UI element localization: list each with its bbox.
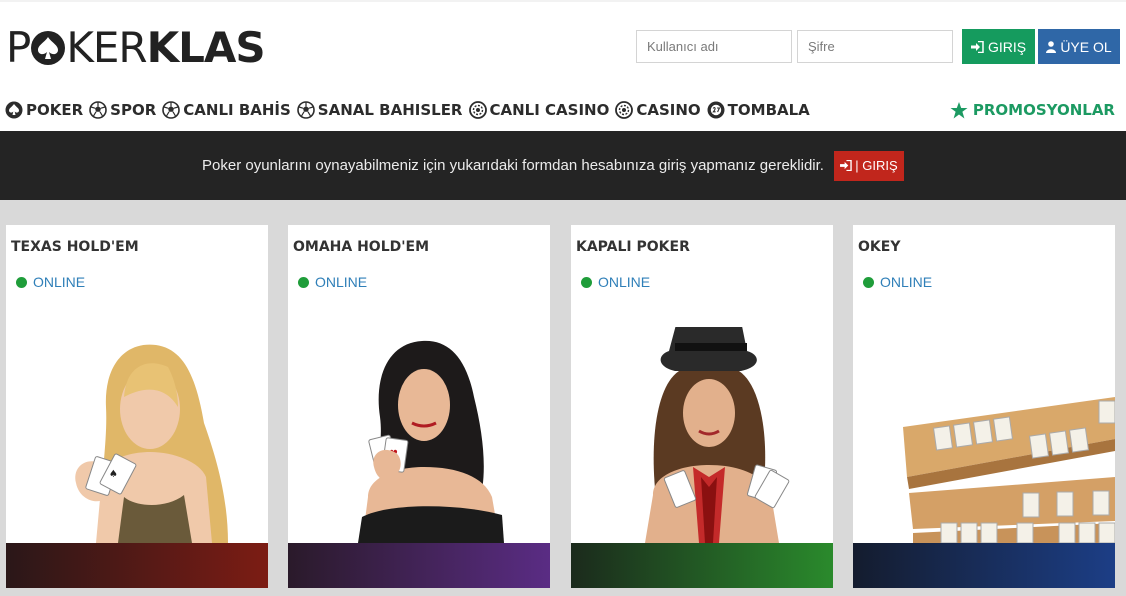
- nav-item-spor[interactable]: SPOR: [89, 101, 156, 119]
- sign-in-icon: [840, 160, 853, 171]
- nav-item-label: CASINO: [636, 101, 701, 119]
- omaha-holdem-image: ♥: [358, 340, 504, 543]
- online-dot-icon: [863, 276, 874, 288]
- okey-tiles-image: [903, 397, 1115, 543]
- nav-item-canli-bahis[interactable]: CANLI BAHİS: [162, 101, 291, 119]
- password-input[interactable]: [797, 30, 953, 63]
- games-grid: TEXAS HOLD'EM ONLINE ♠ OMAHA HOLD'EM ONL…: [0, 200, 1126, 596]
- login-required-notice: Poker oyunlarını oynayabilmeniz için yuk…: [0, 131, 1126, 200]
- game-card-kapali-poker[interactable]: KAPALI POKER ONLINE: [571, 225, 833, 588]
- pokerklas-logo[interactable]: P KER KLAS: [6, 23, 266, 72]
- kapali-poker-image: [645, 327, 790, 543]
- register-button-label: ÜYE OL: [1060, 38, 1112, 55]
- register-button[interactable]: ÜYE OL: [1038, 29, 1120, 64]
- soccer-ball-icon: [296, 101, 315, 119]
- main-nav: POKER SPOR CANLI BAHİS SANAL BAHISLER CA…: [5, 99, 816, 121]
- nav-item-label: SPOR: [110, 101, 157, 119]
- online-dot-icon: [581, 276, 592, 288]
- game-title: TEXAS HOLD'EM: [11, 239, 139, 255]
- chip-icon: [468, 101, 487, 119]
- spade-icon: [5, 101, 23, 119]
- top-divider: [0, 0, 1126, 2]
- user-icon: [1046, 40, 1057, 53]
- logo-spade-icon: [31, 31, 66, 65]
- online-status: ONLINE: [16, 274, 85, 290]
- game-title: OKEY: [858, 239, 901, 255]
- texas-holdem-image: ♠: [75, 344, 228, 543]
- logo-text-klas: KLAS: [146, 23, 266, 72]
- notice-text: Poker oyunlarını oynayabilmeniz için yuk…: [202, 157, 824, 174]
- nav-item-label: TOMBALA: [727, 101, 810, 119]
- login-form: GIRIŞ ÜYE OL: [636, 29, 1120, 64]
- nav-item-canli-casino[interactable]: CANLI CASINO: [468, 101, 610, 119]
- nav-item-sanal-bahisler[interactable]: SANAL BAHISLER: [296, 101, 463, 119]
- promotions-label: PROMOSYONLAR: [972, 101, 1115, 119]
- login-button-label: GIRIŞ: [987, 38, 1027, 55]
- nav-item-label: CANLI BAHİS: [183, 101, 291, 119]
- online-dot-icon: [298, 276, 309, 288]
- notice-login-label: | GIRIŞ: [855, 158, 898, 173]
- sign-in-icon: [970, 40, 984, 53]
- star-icon: [950, 101, 968, 118]
- online-status: ONLINE: [863, 274, 932, 290]
- online-status: ONLINE: [581, 274, 650, 290]
- svg-text:♠: ♠: [109, 469, 118, 480]
- logo-text-p: P: [6, 23, 31, 72]
- nav-item-casino[interactable]: CASINO: [615, 101, 701, 119]
- login-button[interactable]: GIRIŞ: [962, 29, 1035, 64]
- logo-text-ker: KER: [66, 23, 147, 72]
- nav-item-tombala[interactable]: TOMBALA: [707, 101, 810, 119]
- game-title: KAPALI POKER: [576, 239, 690, 255]
- game-card-omaha-holdem[interactable]: OMAHA HOLD'EM ONLINE ♥: [288, 225, 550, 588]
- online-dot-icon: [16, 276, 27, 288]
- promotions-link[interactable]: PROMOSYONLAR: [950, 99, 1115, 121]
- game-card-accent-bar: [6, 543, 268, 588]
- game-card-accent-bar: [853, 543, 1115, 588]
- online-status-label: ONLINE: [598, 274, 651, 290]
- soccer-ball-icon: [89, 101, 107, 119]
- nav-item-poker[interactable]: POKER: [5, 101, 83, 119]
- online-status-label: ONLINE: [315, 274, 368, 290]
- nav-item-label: POKER: [26, 101, 84, 119]
- online-status-label: ONLINE: [33, 274, 86, 290]
- online-status-label: ONLINE: [880, 274, 933, 290]
- game-card-okey[interactable]: OKEY ONLINE: [853, 225, 1115, 588]
- username-input[interactable]: [636, 30, 792, 63]
- nav-item-label: CANLI CASINO: [489, 101, 610, 119]
- nav-item-label: SANAL BAHISLER: [317, 101, 463, 119]
- chip-icon: [615, 101, 634, 119]
- game-title: OMAHA HOLD'EM: [293, 239, 430, 255]
- game-card-accent-bar: [571, 543, 833, 588]
- game-card-texas-holdem[interactable]: TEXAS HOLD'EM ONLINE ♠: [6, 225, 268, 588]
- notice-login-button[interactable]: | GIRIŞ: [833, 150, 904, 181]
- online-status: ONLINE: [298, 274, 367, 290]
- bingo-ball-icon: [707, 101, 725, 119]
- game-card-accent-bar: [288, 543, 550, 588]
- soccer-ball-icon: [162, 101, 181, 119]
